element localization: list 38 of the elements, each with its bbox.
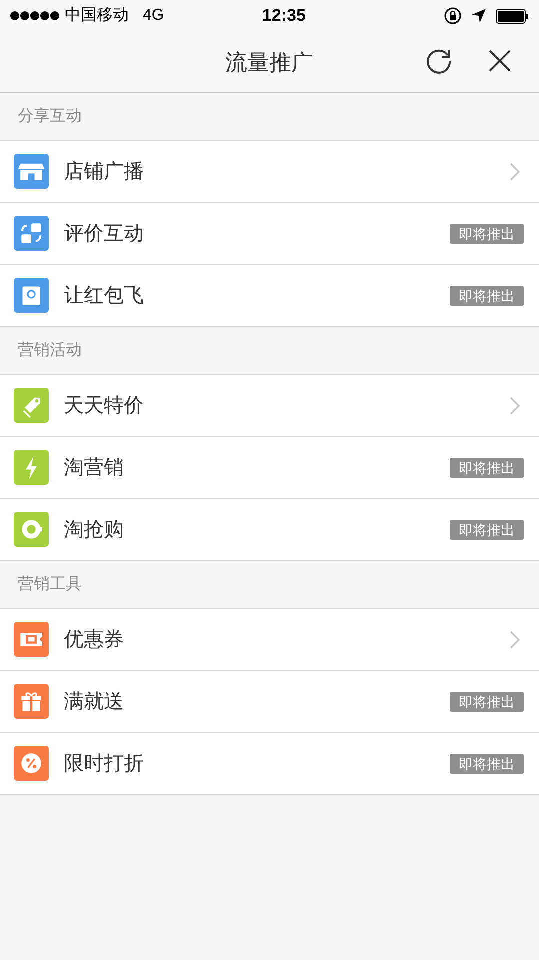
section-header: 营销工具 <box>18 574 82 594</box>
section-header: 分享互动 <box>18 106 82 126</box>
list-item[interactable]: 店铺广播 <box>0 141 539 203</box>
list-item[interactable]: 限时打折 即将推出 <box>0 733 539 795</box>
item-label: 让红包飞 <box>64 284 145 308</box>
chevron-right-icon <box>510 162 520 180</box>
chevron-right-icon <box>510 396 520 414</box>
list-item[interactable]: 淘营销 即将推出 <box>0 437 539 499</box>
list-item[interactable]: 满就送 即将推出 <box>0 671 539 733</box>
status-tag: 即将推出 <box>450 458 524 478</box>
carrier-name: 中国移动 <box>65 6 129 26</box>
item-label: 限时打折 <box>64 752 145 776</box>
item-label: 店铺广播 <box>64 160 145 184</box>
page-title: 流量推广 <box>226 48 314 76</box>
location-arrow-icon <box>472 9 486 23</box>
clock: 12:35 <box>262 5 306 28</box>
list-item[interactable]: 评价互动 即将推出 <box>0 203 539 265</box>
status-tag: 即将推出 <box>450 286 524 306</box>
battery-icon <box>496 8 529 24</box>
status-tag: 即将推出 <box>450 224 524 244</box>
item-label: 评价互动 <box>64 222 145 246</box>
status-tag: 即将推出 <box>450 520 524 540</box>
section-header: 营销活动 <box>18 340 82 360</box>
list-item[interactable]: 让红包飞 即将推出 <box>0 265 539 327</box>
item-label: 淘营销 <box>64 456 125 480</box>
list-item[interactable]: 淘抢购 即将推出 <box>0 499 539 561</box>
item-label: 淘抢购 <box>64 518 125 542</box>
status-tag: 即将推出 <box>450 754 524 774</box>
status-tag: 即将推出 <box>450 692 524 712</box>
item-label: 满就送 <box>64 690 125 714</box>
item-label: 优惠券 <box>64 628 125 652</box>
list-item[interactable]: 天天特价 <box>0 375 539 437</box>
rotation-lock-icon <box>444 7 462 25</box>
chevron-right-icon <box>510 630 520 648</box>
item-label: 天天特价 <box>64 394 145 418</box>
list-item[interactable]: 优惠券 <box>0 609 539 671</box>
signal-icon <box>10 11 60 21</box>
network-type: 4G <box>143 6 164 26</box>
